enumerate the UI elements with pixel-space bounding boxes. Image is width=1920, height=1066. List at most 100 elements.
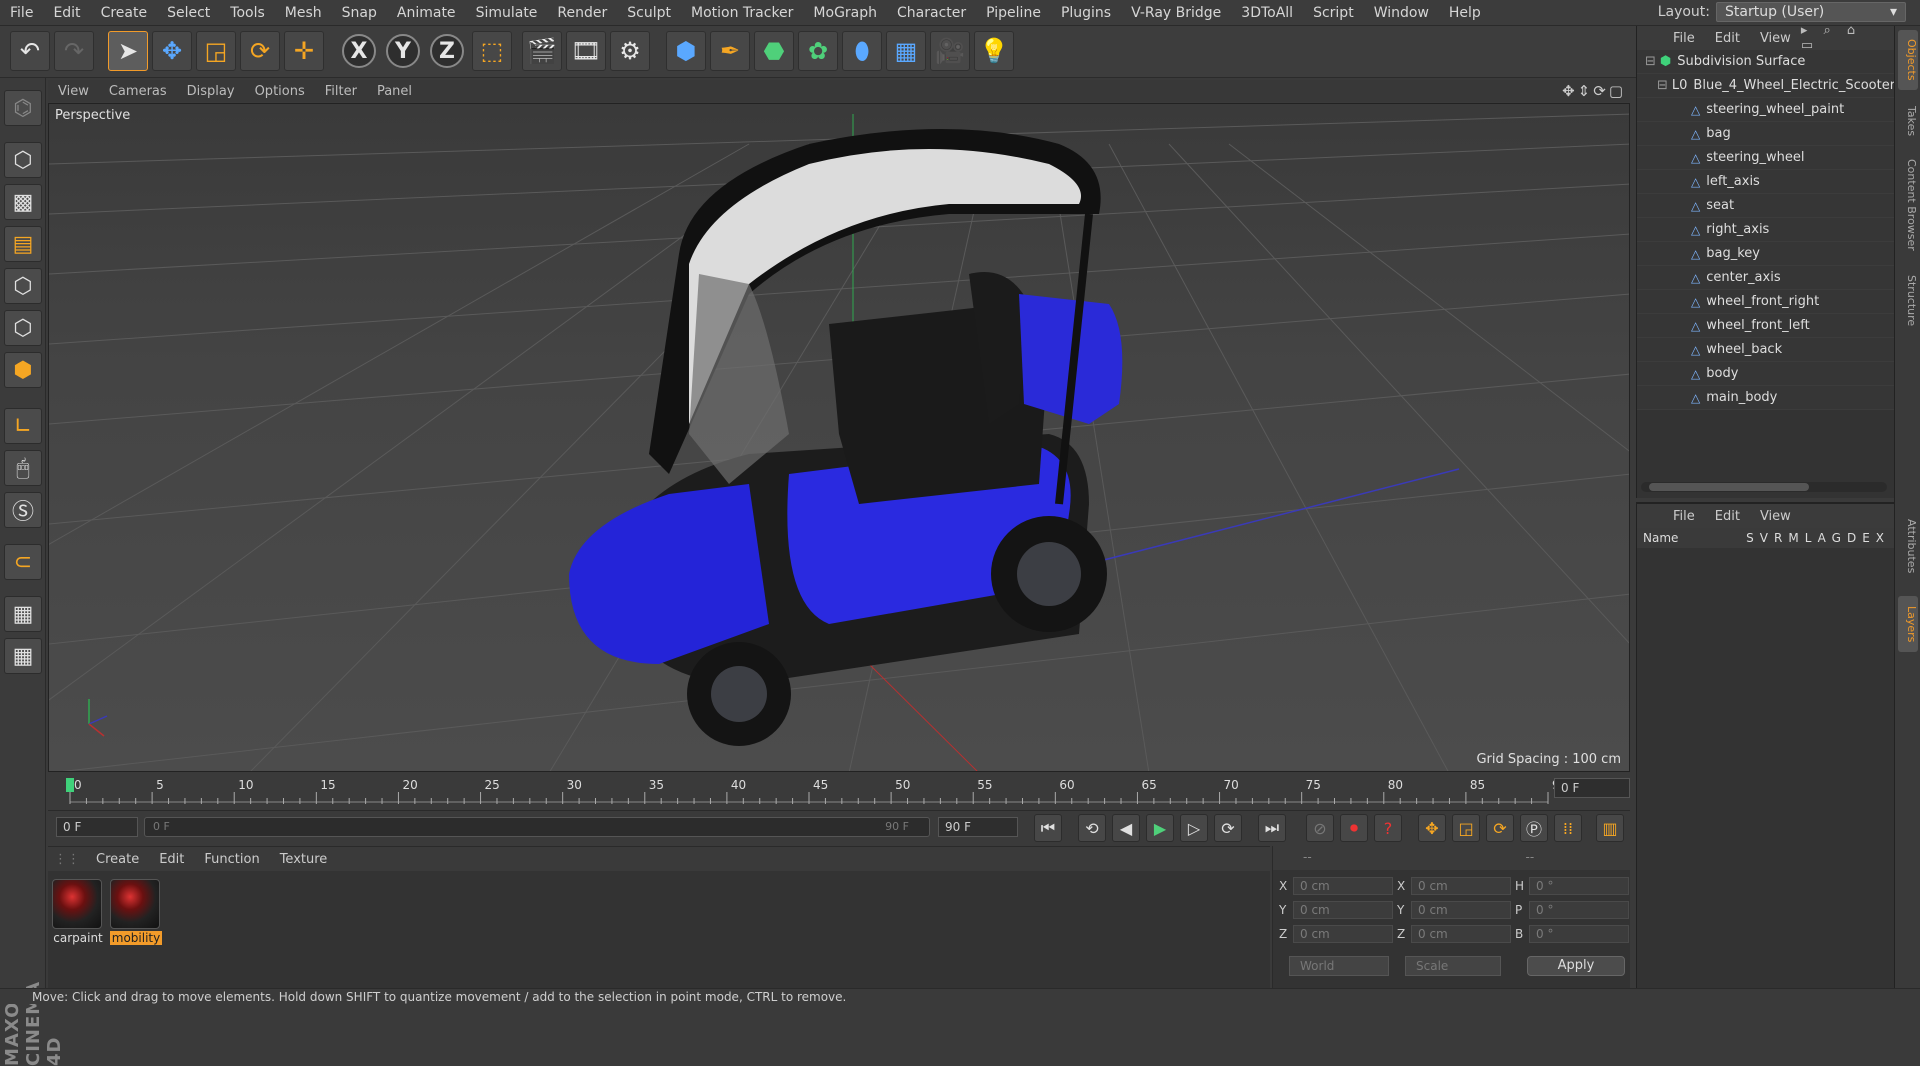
menu-file[interactable]: File <box>0 5 43 21</box>
timeline[interactable]: 051015202530354045505560657075808590 0 F <box>48 774 1630 810</box>
current-frame-field[interactable]: 0 F <box>1554 778 1630 798</box>
object-row-subdivision-surface[interactable]: ⊟ ⬢ Subdivision Surface <box>1637 50 1894 74</box>
undo-button[interactable]: ↶ <box>10 31 50 71</box>
viewport-menu-view[interactable]: View <box>48 84 99 99</box>
viewport-menu-cameras[interactable]: Cameras <box>99 84 177 99</box>
object-row-wheel-front-right[interactable]: △ wheel_front_right <box>1637 290 1894 314</box>
viewport-menu-panel[interactable]: Panel <box>367 84 422 99</box>
live-selection-button[interactable]: ➤ <box>108 31 148 71</box>
object-row-center-axis[interactable]: △ center_axis <box>1637 266 1894 290</box>
tab-layers[interactable]: Layers <box>1898 596 1918 652</box>
menu-animate[interactable]: Animate <box>387 5 466 21</box>
object-menu-view[interactable]: View <box>1750 31 1801 46</box>
polygons-mode-button[interactable]: ⬢ <box>4 352 42 388</box>
collapse-icon[interactable]: ⊟ <box>1645 54 1656 69</box>
menu-render[interactable]: Render <box>547 5 617 21</box>
menu-vray-bridge[interactable]: V-Ray Bridge <box>1121 5 1231 21</box>
planar-workplane-button[interactable]: ▦ <box>4 638 42 674</box>
object-row-bag-key[interactable]: △ bag_key <box>1637 242 1894 266</box>
end-frame-field[interactable]: 90 F <box>938 817 1018 837</box>
record-position-button[interactable]: ✥ <box>1418 814 1446 842</box>
menu-window[interactable]: Window <box>1364 5 1439 21</box>
camera-button[interactable]: 🎥 <box>930 31 970 71</box>
material-menu-edit[interactable]: Edit <box>149 852 194 867</box>
object-row-steering-wheel[interactable]: △ steering_wheel <box>1637 146 1894 170</box>
menu-script[interactable]: Script <box>1303 5 1364 21</box>
object-row-steering-wheel-paint[interactable]: △ steering_wheel_paint <box>1637 98 1894 122</box>
tab-content-browser[interactable]: Content Browser <box>1898 150 1918 260</box>
menu-3dtoall[interactable]: 3DToAll <box>1231 5 1303 21</box>
layer-menu-edit[interactable]: Edit <box>1705 509 1750 524</box>
render-settings-button[interactable]: ⚙ <box>610 31 650 71</box>
preview-range-slider[interactable]: 0 F 90 F <box>144 817 930 837</box>
object-row-main-body[interactable]: △ main_body <box>1637 386 1894 410</box>
object-row-scooter-group[interactable]: ⊟ L0 Blue_4_Wheel_Electric_Scooter <box>1637 74 1894 98</box>
model-mode-button[interactable]: ⬡ <box>4 142 42 178</box>
menu-edit[interactable]: Edit <box>43 5 90 21</box>
drag-handle-icon[interactable]: ⋮⋮ <box>48 852 86 867</box>
viewport-navigation-icons[interactable]: ✥⇕⟳▢ <box>1562 82 1626 100</box>
object-row-seat[interactable]: △ seat <box>1637 194 1894 218</box>
timeline-ruler[interactable]: 051015202530354045505560657075808590 <box>56 774 1556 810</box>
viewport-menu-display[interactable]: Display <box>177 84 245 99</box>
axis-mode-button[interactable]: ∟ <box>4 408 42 444</box>
make-editable-button[interactable]: ⌬ <box>4 90 42 126</box>
scale-dropdown[interactable]: Scale <box>1405 956 1501 976</box>
menu-plugins[interactable]: Plugins <box>1051 5 1121 21</box>
object-row-left-axis[interactable]: △ left_axis <box>1637 170 1894 194</box>
rotation-p-field[interactable]: 0 ° <box>1529 901 1629 919</box>
material-carpaint[interactable]: carpaint <box>52 879 104 945</box>
object-menu-file[interactable]: File <box>1663 31 1705 46</box>
menu-snap[interactable]: Snap <box>332 5 387 21</box>
record-rotation-button[interactable]: ⟳ <box>1486 814 1514 842</box>
viewport-menu-options[interactable]: Options <box>245 84 315 99</box>
position-x-field[interactable]: 0 cm <box>1293 877 1393 895</box>
menu-character[interactable]: Character <box>887 5 976 21</box>
x-axis-lock-button[interactable]: X <box>342 34 376 68</box>
next-key-button[interactable]: ⟳ <box>1214 814 1242 842</box>
material-mobility[interactable]: mobility <box>110 879 162 945</box>
size-y-field[interactable]: 0 cm <box>1411 901 1511 919</box>
menu-create[interactable]: Create <box>91 5 158 21</box>
layer-menu-file[interactable]: File <box>1663 509 1705 524</box>
y-axis-lock-button[interactable]: Y <box>386 34 420 68</box>
record-scale-button[interactable]: ◲ <box>1452 814 1480 842</box>
coordinate-system-button[interactable]: ⬚ <box>472 31 512 71</box>
layer-menu-view[interactable]: View <box>1750 509 1801 524</box>
pen-spline-button[interactable]: ✒ <box>710 31 750 71</box>
object-row-body[interactable]: △ body <box>1637 362 1894 386</box>
tab-structure[interactable]: Structure <box>1898 266 1918 336</box>
move-tool-button[interactable]: ✥ <box>152 31 192 71</box>
autokeying-button[interactable]: ⏺ <box>1340 814 1368 842</box>
world-dropdown[interactable]: World <box>1289 956 1389 976</box>
locked-workplane-button[interactable]: ▦ <box>4 596 42 632</box>
menu-mograph[interactable]: MoGraph <box>803 5 887 21</box>
render-picture-viewer-button[interactable]: 🎞 <box>566 31 606 71</box>
position-z-field[interactable]: 0 cm <box>1293 925 1393 943</box>
position-y-field[interactable]: 0 cm <box>1293 901 1393 919</box>
collapse-icon[interactable]: ⊟ <box>1657 78 1668 93</box>
menu-motion-tracker[interactable]: Motion Tracker <box>681 5 803 21</box>
rotate-tool-button[interactable]: ⟳ <box>240 31 280 71</box>
previous-key-button[interactable]: ⟲ <box>1078 814 1106 842</box>
deformer-button[interactable]: ⬮ <box>842 31 882 71</box>
object-row-wheel-back[interactable]: △ wheel_back <box>1637 338 1894 362</box>
material-menu-create[interactable]: Create <box>86 852 149 867</box>
floor-button[interactable]: ▦ <box>886 31 926 71</box>
scrollbar-thumb[interactable] <box>1649 483 1809 491</box>
go-to-start-button[interactable]: ⏮ <box>1034 814 1062 842</box>
subdivision-surface-button[interactable]: ⬣ <box>754 31 794 71</box>
layer-flag-columns[interactable]: SVRMLAGDEX <box>1746 531 1894 545</box>
cloner-button[interactable]: ✿ <box>798 31 838 71</box>
record-point-level-button[interactable]: ⁞⁞ <box>1554 814 1582 842</box>
object-row-right-axis[interactable]: △ right_axis <box>1637 218 1894 242</box>
z-axis-lock-button[interactable]: Z <box>430 34 464 68</box>
menu-pipeline[interactable]: Pipeline <box>976 5 1051 21</box>
object-manager-icons[interactable]: ▸ ⌕ ⌂ ▭ <box>1801 23 1894 53</box>
cube-primitive-button[interactable]: ⬢ <box>666 31 706 71</box>
object-row-wheel-front-left[interactable]: △ wheel_front_left <box>1637 314 1894 338</box>
next-frame-button[interactable]: ▷ <box>1180 814 1208 842</box>
menu-select[interactable]: Select <box>157 5 220 21</box>
menu-simulate[interactable]: Simulate <box>466 5 548 21</box>
menu-tools[interactable]: Tools <box>220 5 275 21</box>
